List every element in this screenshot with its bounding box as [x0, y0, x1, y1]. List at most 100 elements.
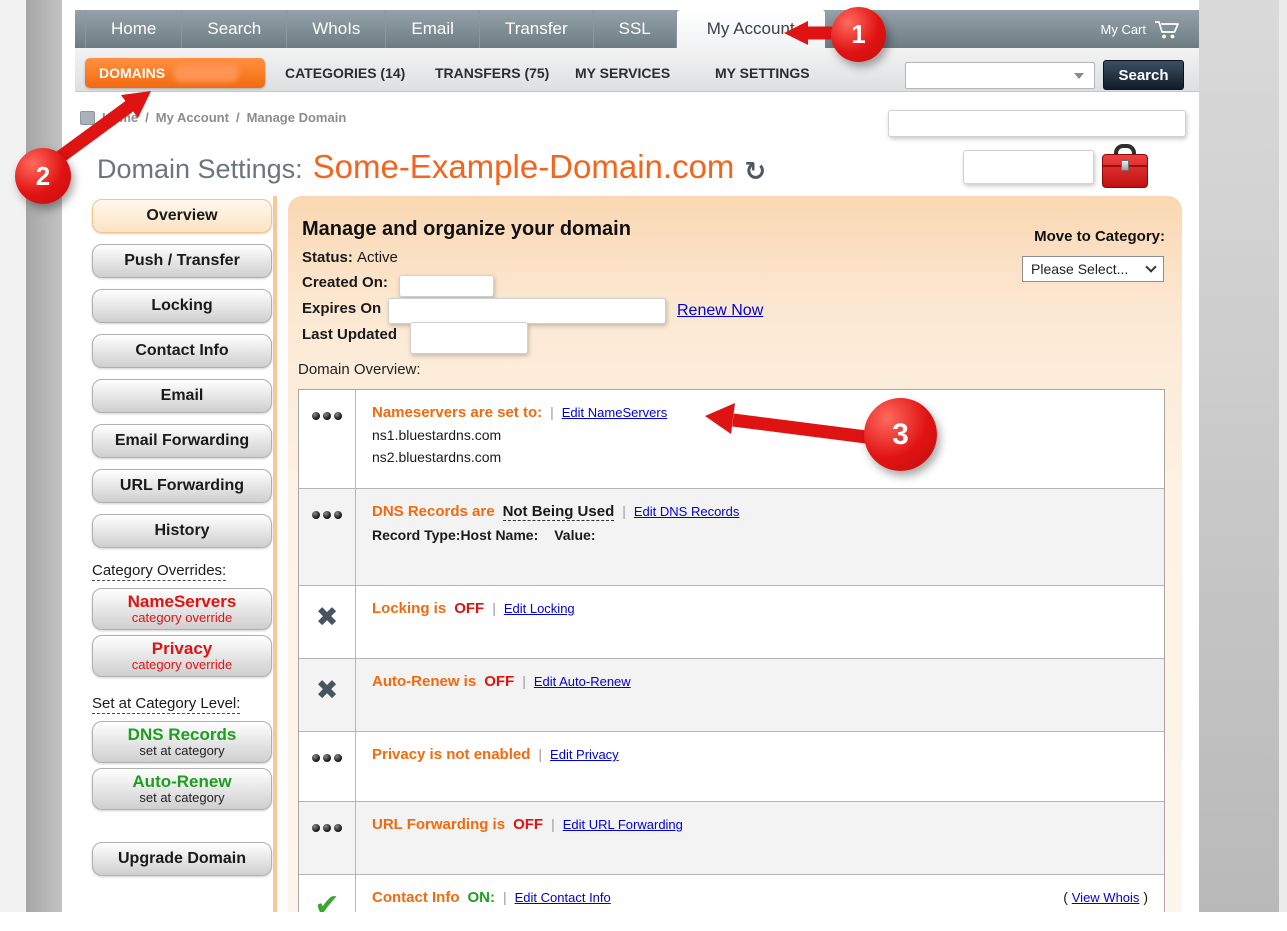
sidebar-item-email-forwarding[interactable]: Email Forwarding	[92, 424, 272, 458]
tab-search[interactable]: Search	[182, 10, 287, 48]
title-prefix: Domain Settings:	[97, 154, 303, 185]
x-icon: ✖	[316, 677, 339, 731]
sidebar-item-locking[interactable]: Locking	[92, 289, 272, 323]
move-to-category-select[interactable]: Please Select...	[1022, 256, 1164, 282]
redacted-box	[399, 275, 494, 297]
sidebar-item-privacy-override[interactable]: Privacy category override	[92, 635, 272, 677]
tab-ssl[interactable]: SSL	[594, 10, 677, 48]
status-label: Status:	[302, 249, 353, 266]
subnav-item-my-settings[interactable]: MY SETTINGS	[715, 65, 810, 81]
row-title: Locking is	[372, 600, 446, 617]
annotation-circle-2: 2	[15, 148, 71, 204]
edit-dns-records-link[interactable]: Edit DNS Records	[634, 504, 739, 519]
move-to-category-label: Move to Category:	[1000, 228, 1165, 245]
redacted-box	[388, 298, 666, 324]
breadcrumb-separator: /	[145, 110, 149, 125]
upgrade-domain-button[interactable]: Upgrade Domain	[92, 842, 272, 876]
domains-count-redacted	[173, 64, 239, 82]
view-whois-link[interactable]: View Whois	[1072, 890, 1140, 905]
table-row-privacy: Privacy is not enabled | Edit Privacy	[299, 731, 1164, 801]
sidebar-item-url-forwarding[interactable]: URL Forwarding	[92, 469, 272, 503]
renew-now-link[interactable]: Renew Now	[677, 302, 763, 320]
expires-line: Expires On	[302, 300, 381, 317]
override-title: Privacy	[152, 640, 213, 659]
domain-overview-label: Domain Overview:	[298, 361, 421, 378]
view-whois: ( View Whois )	[1063, 889, 1148, 905]
dns-record-headers: Record Type:Host Name:Value:	[372, 527, 1148, 543]
nameserver-2: ns2.bluestardns.com	[372, 447, 1148, 469]
table-row-url-forwarding: URL Forwarding is OFF | Edit URL Forward…	[299, 801, 1164, 874]
bottom-margin	[0, 912, 1287, 931]
tab-transfer[interactable]: Transfer	[480, 10, 594, 48]
refresh-icon[interactable]: ↻	[744, 157, 766, 187]
sub-navigation: DOMAINS CATEGORIES (14) TRANSFERS (75) M…	[75, 48, 1199, 92]
sidebar-item-nameservers-override[interactable]: NameServers category override	[92, 588, 272, 630]
breadcrumb-icon	[80, 111, 95, 125]
sidebar-item-contact-info[interactable]: Contact Info	[92, 334, 272, 368]
chevron-down-icon	[1145, 261, 1156, 272]
category-title: Auto-Renew	[132, 773, 231, 792]
sidebar-item-auto-renew-category[interactable]: Auto-Renew set at category	[92, 768, 272, 810]
sidebar-item-push-transfer[interactable]: Push / Transfer	[92, 244, 272, 278]
sidebar-item-history[interactable]: History	[92, 514, 272, 548]
annotation-circle-3: 3	[864, 398, 937, 471]
subnav-item-transfers[interactable]: TRANSFERS (75)	[435, 65, 549, 81]
edit-nameservers-link[interactable]: Edit NameServers	[562, 405, 667, 420]
my-cart-label: My Cart	[1101, 22, 1147, 37]
edit-contact-info-link[interactable]: Edit Contact Info	[515, 890, 611, 905]
domain-overview-table: Nameservers are set to: | Edit NameServe…	[298, 389, 1165, 931]
sidebar-item-dns-records-category[interactable]: DNS Records set at category	[92, 721, 272, 763]
locking-status: OFF	[454, 600, 484, 617]
tab-whois[interactable]: WhoIs	[287, 10, 386, 48]
table-row-locking: ✖ Locking is OFF | Edit Locking	[299, 585, 1164, 658]
edit-url-forwarding-link[interactable]: Edit URL Forwarding	[563, 817, 683, 832]
dots-icon	[312, 511, 342, 585]
row-title: Contact Info	[372, 889, 460, 906]
status-value: Active	[357, 249, 398, 266]
subnav-tab-domains[interactable]: DOMAINS	[85, 58, 265, 88]
breadcrumb-separator: /	[236, 110, 240, 125]
left-outer-margin	[0, 0, 26, 912]
sidebar-divider	[273, 196, 277, 912]
sidebar-item-email[interactable]: Email	[92, 379, 272, 413]
tab-home[interactable]: Home	[85, 10, 182, 48]
domain-name: Some-Example-Domain.com	[313, 148, 735, 186]
breadcrumb-my-account[interactable]: My Account	[156, 110, 229, 125]
toolbox-icon[interactable]	[1102, 144, 1148, 189]
section-heading: Manage and organize your domain	[302, 218, 631, 241]
my-cart[interactable]: My Cart	[1101, 10, 1200, 48]
updated-line: Last Updated	[302, 326, 397, 343]
redacted-box	[888, 110, 1186, 137]
edit-locking-link[interactable]: Edit Locking	[504, 601, 575, 616]
breadcrumb-home[interactable]: Home	[102, 110, 138, 125]
search-button[interactable]: Search	[1103, 60, 1184, 90]
subnav-item-categories[interactable]: CATEGORIES (14)	[285, 65, 405, 81]
row-title: Nameservers are set to:	[372, 404, 542, 421]
domain-search-combobox[interactable]	[905, 62, 1095, 89]
override-subtitle: category override	[132, 611, 232, 625]
page-title: Domain Settings: Some-Example-Domain.com…	[97, 148, 766, 186]
redacted-box	[410, 322, 528, 354]
category-subtitle: set at category	[139, 791, 224, 805]
dots-icon	[312, 824, 342, 874]
cart-icon	[1154, 19, 1181, 40]
row-title: DNS Records are	[372, 503, 495, 520]
redacted-box	[963, 150, 1094, 184]
updated-label: Last Updated	[302, 326, 397, 343]
breadcrumb-manage-domain: Manage Domain	[247, 110, 347, 125]
edit-privacy-link[interactable]: Edit Privacy	[550, 747, 619, 762]
tab-my-account[interactable]: My Account	[677, 10, 825, 48]
row-title: URL Forwarding is	[372, 816, 505, 833]
row-title: Privacy is not enabled	[372, 746, 530, 763]
auto-renew-status: OFF	[484, 673, 514, 690]
edit-auto-renew-link[interactable]: Edit Auto-Renew	[534, 674, 631, 689]
table-row-dns-records: DNS Records are Not Being Used | Edit DN…	[299, 488, 1164, 585]
dots-icon	[312, 754, 342, 801]
breadcrumb: Home / My Account / Manage Domain	[80, 110, 346, 125]
tab-email[interactable]: Email	[386, 10, 480, 48]
subnav-item-my-services[interactable]: MY SERVICES	[575, 65, 670, 81]
sidebar-item-overview[interactable]: Overview	[92, 199, 272, 233]
category-subtitle: set at category	[139, 744, 224, 758]
left-gray-strip	[26, 0, 62, 912]
status-line: Status: Active	[302, 249, 398, 266]
